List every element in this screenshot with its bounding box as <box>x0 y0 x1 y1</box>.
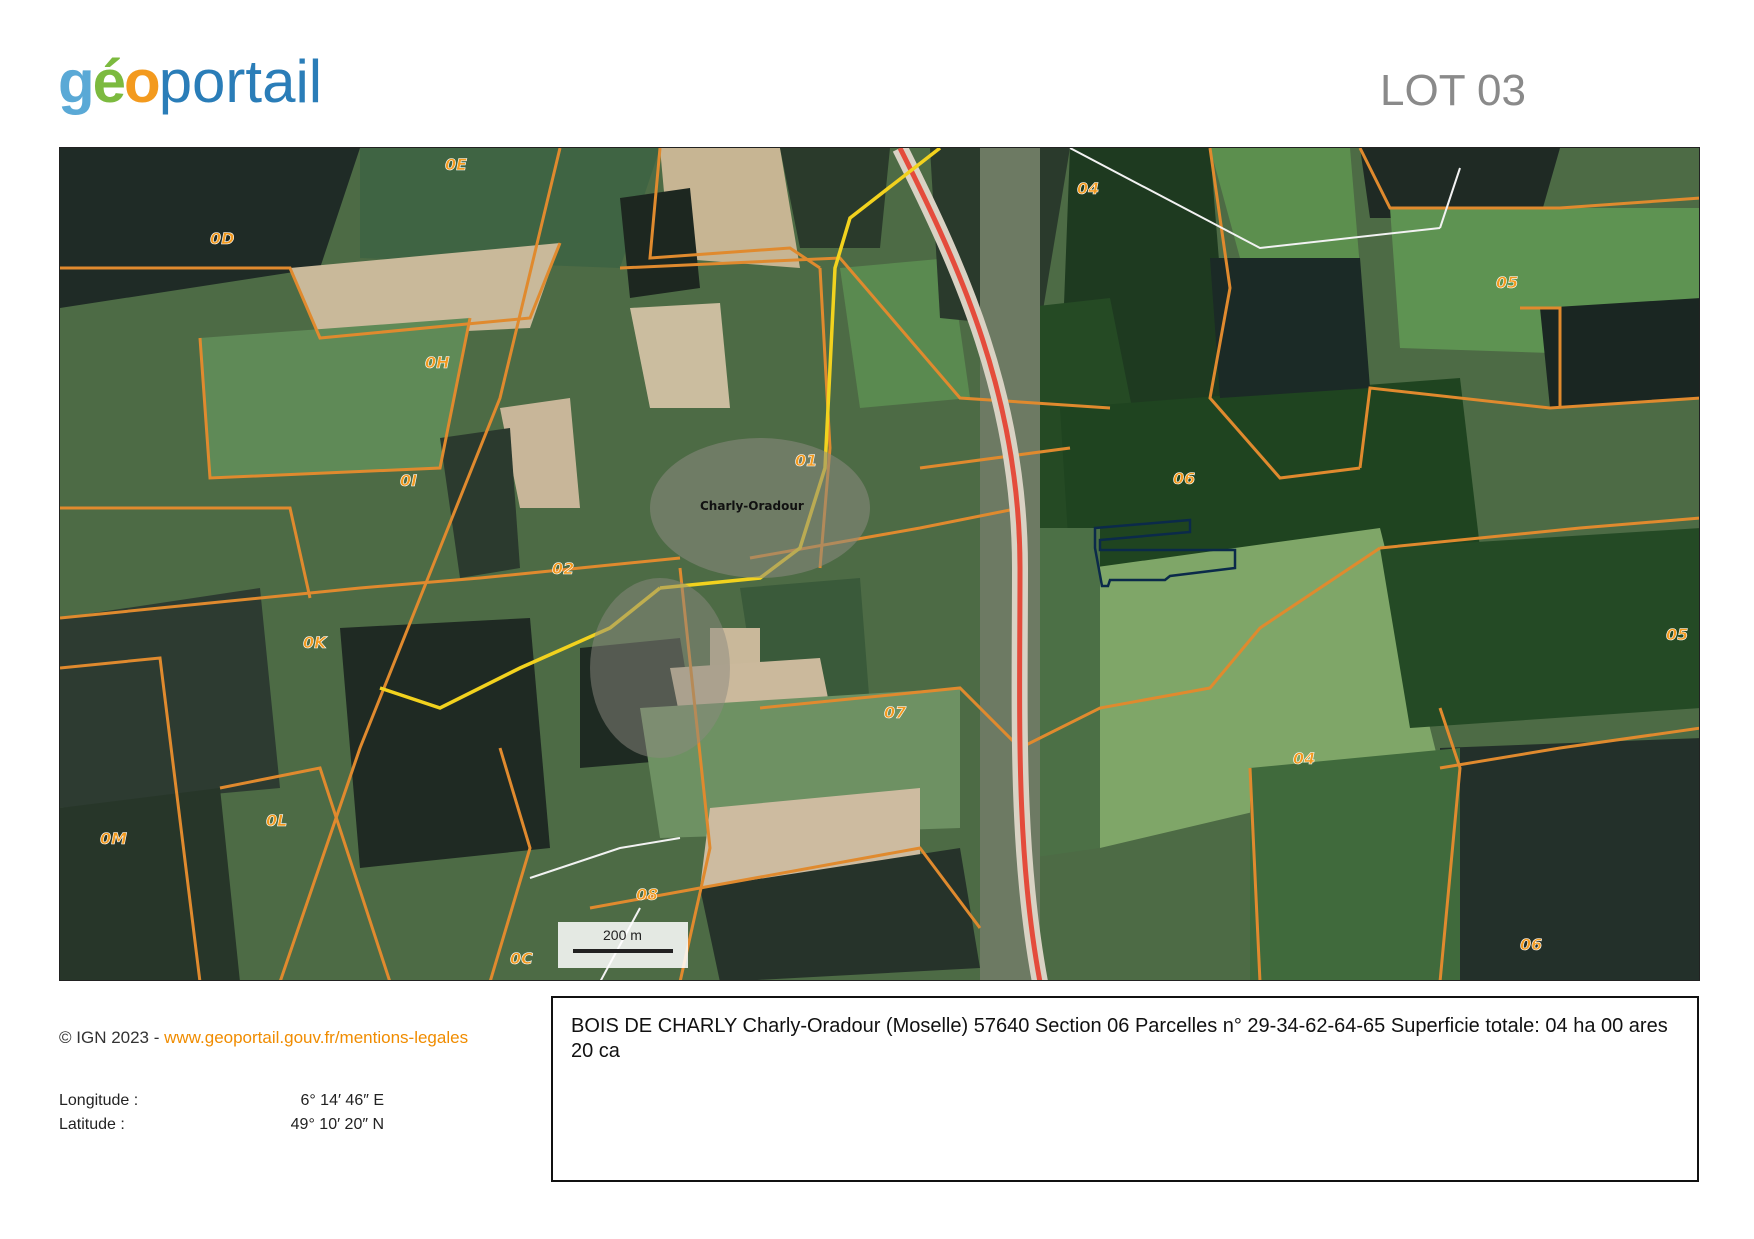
coordinates: Longitude : 6° 14′ 46″ E Latitude : 49° … <box>59 1092 384 1140</box>
legal-link[interactable]: www.geoportail.gouv.fr/mentions-legales <box>164 1028 468 1047</box>
section-label-0D: 0D <box>210 229 234 248</box>
village-label: Charly-Oradour <box>700 499 804 513</box>
section-label-0L: 0L <box>266 811 287 830</box>
section-label-04-top: 04 <box>1077 179 1099 198</box>
aerial-map[interactable]: 0E 0D 0H 0I 0K 0L 0M 0C 01 02 07 08 04 0… <box>59 147 1700 981</box>
section-label-0M: 0M <box>100 829 127 848</box>
section-label-01: 01 <box>795 451 817 470</box>
longitude-value: 6° 14′ 46″ E <box>300 1092 384 1109</box>
scale-bar: 200 m <box>558 922 688 968</box>
section-label-0K: 0K <box>303 633 328 652</box>
longitude-label: Longitude : <box>59 1092 139 1109</box>
section-label-0E: 0E <box>445 155 467 174</box>
latitude-row: Latitude : 49° 10′ 20″ N <box>59 1116 384 1140</box>
geoportail-logo: géoportail <box>58 48 323 115</box>
section-label-05-right: 05 <box>1666 625 1688 644</box>
section-label-07: 07 <box>884 703 907 722</box>
latitude-value: 49° 10′ 20″ N <box>290 1116 384 1133</box>
section-label-08: 08 <box>636 885 658 904</box>
section-label-06-bottom: 06 <box>1520 935 1542 954</box>
section-label-02: 02 <box>552 559 574 578</box>
section-label-05-top: 05 <box>1496 273 1518 292</box>
section-label-0H: 0H <box>425 353 450 372</box>
description-box: BOIS DE CHARLY Charly-Oradour (Moselle) … <box>551 996 1699 1182</box>
copyright: © IGN 2023 - www.geoportail.gouv.fr/ment… <box>59 1028 469 1047</box>
latitude-label: Latitude : <box>59 1116 125 1133</box>
section-label-0C: 0C <box>510 949 533 968</box>
scale-bar-label: 200 m <box>603 927 642 943</box>
lot-title: LOT 03 <box>1380 66 1526 115</box>
section-label-0I: 0I <box>400 471 417 490</box>
section-label-06-top: 06 <box>1173 469 1195 488</box>
longitude-row: Longitude : 6° 14′ 46″ E <box>59 1092 384 1116</box>
section-label-04-bottom: 04 <box>1293 749 1315 768</box>
